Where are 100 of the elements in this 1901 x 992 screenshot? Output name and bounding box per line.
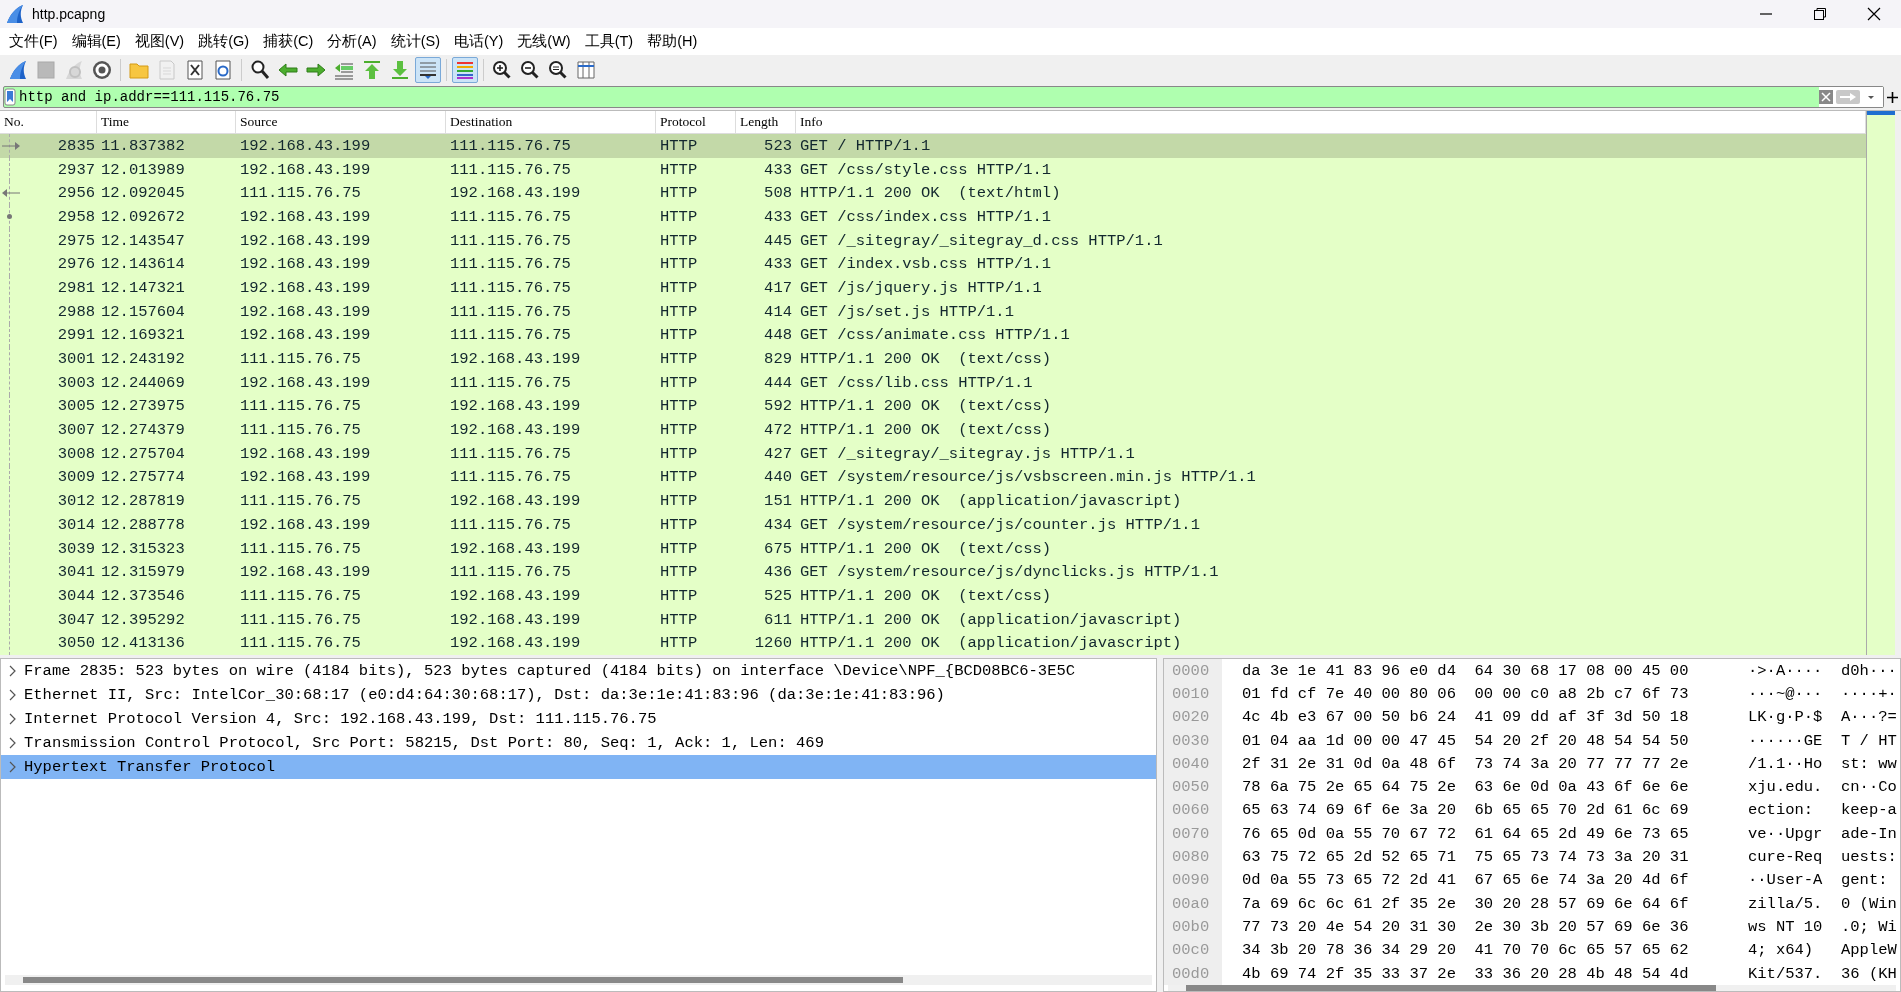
packet-row[interactable]: 2975 12.143547 192.168.43.199 111.115.76.75 HTTP 445 GET /_sitegray/_sitegray_d.css HTTP/1.1 xyxy=(0,228,1866,253)
packet-row[interactable]: 3009 12.275774 192.168.43.199 111.115.76.75 HTTP 440 GET /system/resource/js/vsbscreen.min.js HTTP/1.1 xyxy=(0,465,1866,490)
packet-row[interactable]: 3050 12.413136 111.115.76.75 192.168.43.199 HTTP 1260 HTTP/1.1 200 OK (application/javascript) xyxy=(0,631,1866,655)
table-cell-text: HTTP xyxy=(659,302,699,321)
menu-item[interactable]: 捕获(C) xyxy=(256,29,321,54)
table-cell-text: 192.168.43.199 xyxy=(449,184,582,203)
bookmark-icon[interactable] xyxy=(4,88,16,106)
column-header[interactable]: Length xyxy=(736,111,796,133)
auto-scroll-icon xyxy=(417,59,439,81)
table-cell-text: 192.168.43.199 xyxy=(449,350,582,369)
packet-row[interactable]: 2988 12.157604 192.168.43.199 111.115.76.75 HTTP 414 GET /js/set.js HTTP/1.1 xyxy=(0,299,1866,324)
table-cell-text: 2975 xyxy=(56,231,96,250)
byte-offset: 0050 xyxy=(1164,775,1222,799)
menu-item[interactable]: 跳转(G) xyxy=(191,29,257,54)
table-cell-text: 12.244069 xyxy=(100,373,186,392)
hex-bytes: 76 65 0d 0a 55 70 67 72 61 64 65 2d 49 6e 73 65 xyxy=(1242,824,1690,843)
packet-row[interactable]: 2958 12.092672 192.168.43.199 111.115.76.75 HTTP 433 GET /css/index.css HTTP/1.1 xyxy=(0,205,1866,229)
table-cell-text: 3014 xyxy=(56,515,96,534)
packet-row[interactable]: 3039 12.315323 111.115.76.75 192.168.43.199 HTTP 675 HTTP/1.1 200 OK (text/css) xyxy=(0,536,1866,561)
table-cell-text: HTTP xyxy=(659,136,699,155)
packet-row[interactable]: 3003 12.244069 192.168.43.199 111.115.76.75 HTTP 444 GET /css/lib.css HTTP/1.1 xyxy=(0,370,1866,395)
table-cell-text: HTTP xyxy=(659,184,699,203)
expand-chevron-icon[interactable] xyxy=(7,713,17,725)
close-icon[interactable] xyxy=(1867,7,1881,21)
ascii-text: /1.1··Ho st: ww xyxy=(1748,754,1897,773)
packet-row[interactable]: 3041 12.315979 192.168.43.199 111.115.76.75 HTTP 436 GET /system/resource/js/dynclicks.js HTTP/1.1 xyxy=(0,560,1866,585)
table-cell-text: 1260 xyxy=(753,634,793,653)
menu-item[interactable]: 帮助(H) xyxy=(640,29,705,54)
packet-row[interactable]: 3005 12.273975 111.115.76.75 192.168.43.199 HTTP 592 HTTP/1.1 200 OK (text/css) xyxy=(0,394,1866,419)
packet-row[interactable]: 3014 12.288778 192.168.43.199 111.115.76.75 HTTP 434 GET /system/resource/js/counter.js HTTP/1.1 xyxy=(0,513,1866,537)
ascii-text: LK·g·P·$ A···?= xyxy=(1748,708,1897,727)
restore-icon[interactable] xyxy=(1813,7,1827,21)
byte-offset: 0030 xyxy=(1164,728,1222,753)
table-cell-text: 12.413136 xyxy=(100,634,186,653)
table-cell-text: 192.168.43.199 xyxy=(239,444,372,463)
menu-item[interactable]: 视图(V) xyxy=(127,29,192,54)
packet-row[interactable]: 3012 12.287819 111.115.76.75 192.168.43.199 HTTP 151 HTTP/1.1 200 OK (application/javascript) xyxy=(0,489,1866,513)
tree-item[interactable]: Internet Protocol Version 4, Src: 192.168.43.199, Dst: 111.115.76.75 xyxy=(1,707,1156,731)
byte-offset: 0060 xyxy=(1164,798,1222,823)
packet-row[interactable]: 2981 12.147321 192.168.43.199 111.115.76.75 HTTP 417 GET /js/jquery.js HTTP/1.1 xyxy=(0,276,1866,300)
tree-item[interactable]: Hypertext Transfer Protocol xyxy=(1,755,1156,779)
table-cell-text: 3003 xyxy=(56,373,96,392)
table-cell-text: 427 xyxy=(763,444,793,463)
table-cell-text: HTTP/1.1 200 OK (text/css) xyxy=(799,350,1053,369)
column-header[interactable]: Time xyxy=(97,111,236,133)
column-header[interactable]: Source xyxy=(236,111,446,133)
table-cell-text: 12.092045 xyxy=(100,184,186,203)
packet-row[interactable]: 3008 12.275704 192.168.43.199 111.115.76.75 HTTP 427 GET /_sitegray/_sitegray.js HTTP/1.1 xyxy=(0,441,1866,466)
column-header[interactable]: Protocol xyxy=(656,111,736,133)
packet-row[interactable]: 2835 11.837382 192.168.43.199 111.115.76.75 HTTP 523 GET / HTTP/1.1 xyxy=(0,134,1866,158)
table-cell-text: 192.168.43.199 xyxy=(449,634,582,653)
table-cell-text: 3007 xyxy=(56,421,96,440)
packet-row[interactable]: 3007 12.274379 111.115.76.75 192.168.43.199 HTTP 472 HTTP/1.1 200 OK (text/css) xyxy=(0,418,1866,442)
ascii-text: ve··Upgr ade-In xyxy=(1748,824,1897,843)
column-header[interactable]: No. xyxy=(0,111,97,133)
table-cell-text: 192.168.43.199 xyxy=(239,373,372,392)
menu-item[interactable]: 统计(S) xyxy=(383,29,447,54)
tree-item[interactable]: Ethernet II, Src: IntelCor_30:68:17 (e0:d4:64:30:68:17), Dst: da:3e:1e:41:83:96 (da:3e:1e:41:83:96) xyxy=(1,683,1156,707)
table-cell-text: 192.168.43.199 xyxy=(239,255,372,274)
packet-row[interactable]: 2976 12.143614 192.168.43.199 111.115.76.75 HTTP 433 GET /index.vsb.css HTTP/1.1 xyxy=(0,252,1866,277)
menu-item[interactable]: 编辑(E) xyxy=(64,29,128,54)
table-cell-text: HTTP xyxy=(659,397,699,416)
tree-item[interactable]: Frame 2835: 523 bytes on wire (4184 bits), 523 bytes captured (4184 bits) on interface \Device\NPF_{BCD08BC6-3E5C xyxy=(1,659,1156,683)
table-cell-text: 192.168.43.199 xyxy=(449,610,582,629)
horizontal-scrollbar[interactable] xyxy=(5,975,1152,985)
byte-offset: 0040 xyxy=(1164,752,1222,776)
expand-chevron-icon[interactable] xyxy=(7,761,17,773)
display-filter-field[interactable]: http and ip.addr==111.115.76.75 xyxy=(3,86,1884,108)
menu-item[interactable]: 工具(T) xyxy=(577,29,641,54)
column-header[interactable]: Destination xyxy=(446,111,656,133)
table-cell-text: 192.168.43.199 xyxy=(239,515,372,534)
table-cell-text: 3044 xyxy=(56,586,96,605)
colorize-button[interactable] xyxy=(452,57,478,83)
expand-chevron-icon[interactable] xyxy=(7,689,17,701)
packet-row[interactable]: 3044 12.373546 111.115.76.75 192.168.43.199 HTTP 525 HTTP/1.1 200 OK (text/css) xyxy=(0,584,1866,608)
expand-chevron-icon[interactable] xyxy=(7,737,17,749)
expand-chevron-icon[interactable] xyxy=(7,665,17,677)
menu-item[interactable]: 无线(W) xyxy=(510,29,578,54)
menu-item[interactable]: 电话(Y) xyxy=(446,29,511,54)
add-filter-icon[interactable] xyxy=(1887,91,1898,103)
menu-item[interactable]: 文件(F) xyxy=(2,29,65,54)
packet-row[interactable]: 3001 12.243192 111.115.76.75 192.168.43.199 HTTP 829 HTTP/1.1 200 OK (text/css) xyxy=(0,347,1866,371)
table-cell-text: 2937 xyxy=(56,160,96,179)
packet-row[interactable]: 2956 12.092045 111.115.76.75 192.168.43.199 HTTP 508 HTTP/1.1 200 OK (text/html) xyxy=(0,181,1866,206)
hex-bytes: 7a 69 6c 6c 61 2f 35 2e 30 20 28 57 69 6e 64 6f xyxy=(1242,894,1690,913)
table-cell-text: 3047 xyxy=(56,610,96,629)
table-cell-text: 192.168.43.199 xyxy=(239,326,372,345)
clear-icon[interactable] xyxy=(1819,90,1833,104)
horizontal-scrollbar[interactable] xyxy=(1168,985,1896,991)
menu-item[interactable]: 分析(A) xyxy=(320,29,384,54)
packet-row[interactable]: 2991 12.169321 192.168.43.199 111.115.76.75 HTTP 448 GET /css/animate.css HTTP/1.1 xyxy=(0,323,1866,348)
stop-icon xyxy=(35,59,57,81)
auto-scroll-button[interactable] xyxy=(415,57,441,83)
packet-row[interactable]: 2937 12.013989 192.168.43.199 111.115.76.75 HTTP 433 GET /css/style.css HTTP/1.1 xyxy=(0,157,1866,182)
table-cell-text: 2988 xyxy=(56,302,96,321)
tree-item[interactable]: Transmission Control Protocol, Src Port: 58215, Dst Port: 80, Seq: 1, Ack: 1, Len: 469 xyxy=(1,731,1156,755)
packet-row[interactable]: 3047 12.395292 111.115.76.75 192.168.43.199 HTTP 611 HTTP/1.1 200 OK (application/javascript) xyxy=(0,607,1866,632)
table-cell-text: HTTP/1.1 200 OK (text/css) xyxy=(799,586,1053,605)
table-cell-text: 3039 xyxy=(56,539,96,558)
colorize-icon xyxy=(454,59,476,81)
